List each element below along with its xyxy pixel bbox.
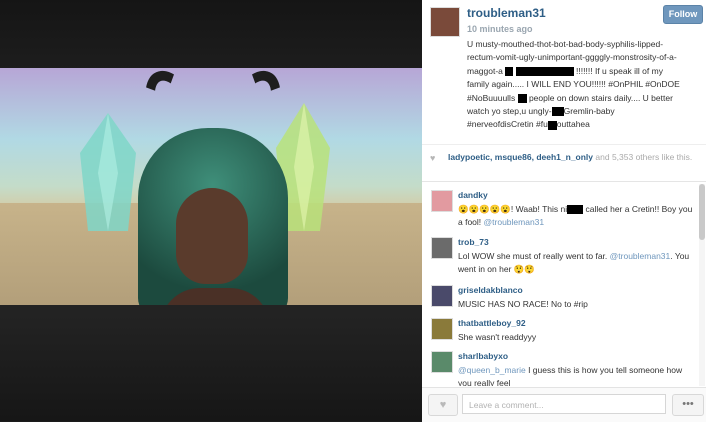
caption-line: U musty-mouthed-thot-bot-bad-body-syphil… (467, 39, 664, 49)
avatar[interactable] (431, 237, 453, 259)
comment-text-part: 😮😮😮😮😮! Waab! This ni (458, 204, 568, 214)
figure-face (176, 188, 248, 284)
caption-line: !!!!!!! If u speak ill of my (576, 65, 663, 76)
more-options-button[interactable]: ••• (672, 394, 704, 416)
redaction-block (567, 205, 584, 215)
redaction-block (517, 93, 527, 103)
redaction-block (505, 67, 514, 77)
comment-mention[interactable]: @troubleman31 (610, 251, 671, 261)
caption-line: #NoBuuuulls (467, 92, 516, 103)
redaction-block (547, 120, 557, 130)
likers-list[interactable]: ladypoetic, msque86, deeh1_n_only (448, 152, 593, 162)
caption-line: watch yo step,u ungly- (467, 106, 552, 117)
post-video[interactable] (0, 68, 422, 305)
redaction-block (551, 107, 564, 117)
comment-text: Lol WOW she must of really went to far. … (458, 250, 694, 276)
comment-username[interactable]: trob_73 (458, 237, 489, 247)
comment-text: 😮😮😮😮😮! Waab! This ni called her a Cretin… (458, 203, 694, 229)
caption-line: family again..... I WILL END YOU!!!!!! #… (467, 79, 680, 90)
comment-input[interactable]: Leave a comment... (462, 394, 666, 414)
crystal-left-shape (80, 113, 136, 231)
heart-icon: ♥ (430, 153, 436, 163)
caption-line: rectum-vomit-ugly-unimportant-ggggly-mon… (467, 52, 677, 63)
likes-row: ♥ ladypoetic, msque86, deeh1_n_only and … (422, 144, 706, 182)
comment-username[interactable]: sharlbabyxo (458, 351, 508, 361)
caption-line: Gremlin-baby (563, 106, 615, 117)
caption-line: people on down stairs daily.... U better (528, 92, 673, 103)
post-header: troubleman31 10 minutes ago Follow U mus… (422, 0, 706, 140)
caption-line: outtahea (556, 119, 590, 130)
avatar[interactable] (431, 285, 453, 307)
comment-username[interactable]: griseldakblanco (458, 285, 523, 295)
likes-count: and 5,353 others like this. (595, 152, 693, 162)
comments-list[interactable]: dandky 😮😮😮😮😮! Waab! This ni called her a… (422, 184, 698, 386)
avatar[interactable] (430, 7, 460, 37)
redaction-block (515, 67, 574, 77)
like-button[interactable]: ♥ (428, 394, 458, 416)
comment-text: MUSIC HAS NO RACE! No to #rip (458, 299, 588, 309)
follow-button[interactable]: Follow (663, 5, 703, 24)
post-sidebar: troubleman31 10 minutes ago Follow U mus… (422, 0, 706, 422)
media-panel (0, 0, 422, 421)
comment-text: She wasn't readdyyy (458, 332, 537, 342)
post-caption: U musty-mouthed-thot-bot-bad-body-syphil… (467, 38, 699, 132)
avatar[interactable] (431, 351, 453, 373)
comment-text: @queen_b_marie I guess this is how you t… (458, 364, 694, 386)
comment-text-part: Lol WOW she must of really went to far. (458, 251, 610, 261)
heart-icon: ♥ (439, 399, 447, 411)
post-username[interactable]: troubleman31 (467, 6, 546, 20)
caption-line: #nerveofdisCretin #fu (467, 119, 548, 130)
avatar[interactable] (431, 190, 453, 212)
comment-mention[interactable]: @queen_b_marie (458, 365, 526, 375)
caption-line: maggot-a (467, 65, 503, 76)
comment-username[interactable]: thatbattleboy_92 (458, 318, 526, 328)
post-timestamp[interactable]: 10 minutes ago (467, 24, 533, 34)
comment-footer: ♥ Leave a comment... ••• (422, 387, 706, 422)
comment-mention[interactable]: @troubleman31 (484, 217, 545, 227)
avatar[interactable] (431, 318, 453, 340)
comments-scrollbar-thumb[interactable] (699, 184, 705, 240)
likes-summary: ladypoetic, msque86, deeh1_n_only and 5,… (448, 151, 700, 164)
comment-username[interactable]: dandky (458, 190, 488, 200)
